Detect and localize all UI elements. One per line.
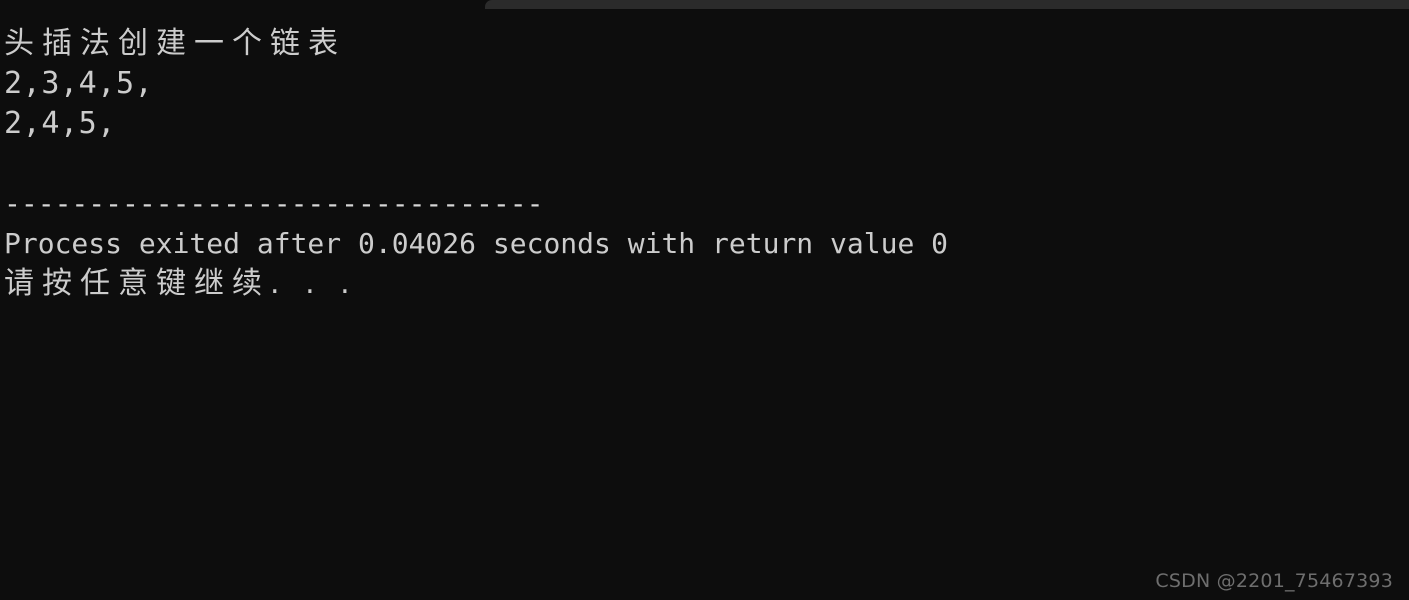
output-line-list-second: 2,4,5, <box>4 106 116 141</box>
output-line-press-any-key: 请按任意键继续. . . <box>4 266 358 301</box>
console-window[interactable]: 头插法创建一个链表 2,3,4,5, 2,4,5, --------------… <box>0 0 1409 600</box>
output-line-process-exited: Process exited after 0.04026 seconds wit… <box>4 227 949 260</box>
output-line-separator: -------------------------------- <box>4 187 544 220</box>
output-line-list-first: 2,3,4,5, <box>4 66 154 101</box>
csdn-watermark: CSDN @2201_75467393 <box>1155 570 1393 592</box>
output-line-title: 头插法创建一个链表 <box>4 26 346 61</box>
console-output-area[interactable]: 头插法创建一个链表 2,3,4,5, 2,4,5, --------------… <box>0 0 1409 304</box>
output-line-blank <box>4 144 1409 184</box>
